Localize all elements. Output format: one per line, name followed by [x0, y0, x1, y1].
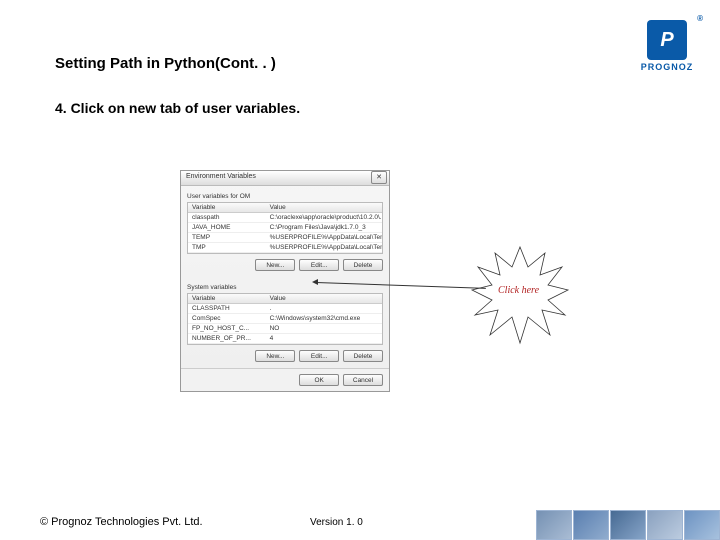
footer-tiles: [535, 510, 720, 540]
prognoz-logo: ® P PROGNOZ: [639, 20, 695, 72]
delete-button[interactable]: Delete: [343, 350, 383, 362]
environment-variables-dialog: Environment Variables ✕ User variables f…: [180, 170, 390, 392]
table-row: CLASSPATH.: [188, 304, 382, 314]
ok-button[interactable]: OK: [299, 374, 339, 386]
dialog-title: Environment Variables: [181, 171, 389, 186]
table-row: ComSpecC:\Windows\system32\cmd.exe: [188, 314, 382, 324]
copyright-text: © Prognoz Technologies Pvt. Ltd.: [40, 516, 203, 528]
cancel-button[interactable]: Cancel: [343, 374, 383, 386]
col-header-value: Value: [266, 294, 382, 303]
system-section-label: System variables: [187, 284, 383, 291]
system-variables-section: System variables Variable Value CLASSPAT…: [181, 277, 389, 368]
col-header-variable: Variable: [188, 203, 266, 212]
tile-icon: [536, 510, 572, 540]
user-buttons-row: New... Edit... Delete: [187, 254, 383, 271]
table-row: TMP%USERPROFILE%\AppData\Local\Temp: [188, 243, 382, 253]
tile-icon: [573, 510, 609, 540]
table-row: TEMP%USERPROFILE%\AppData\Local\Temp: [188, 233, 382, 243]
col-header-variable: Variable: [188, 294, 266, 303]
table-row: JAVA_HOMEC:\Program Files\Java\jdk1.7.0_…: [188, 223, 382, 233]
delete-button[interactable]: Delete: [343, 259, 383, 271]
user-variables-section: User variables for OM Variable Value cla…: [181, 186, 389, 277]
footer: © Prognoz Technologies Pvt. Ltd. Version…: [0, 506, 720, 540]
logo-mark-icon: P: [647, 20, 687, 60]
system-variables-table: Variable Value CLASSPATH. ComSpecC:\Wind…: [187, 293, 383, 345]
step-text: 4. Click on new tab of user variables.: [55, 100, 300, 116]
user-variables-table: Variable Value classpathC:\oraclexe\app\…: [187, 202, 383, 254]
logo-brand-text: PROGNOZ: [639, 62, 695, 72]
slide-title: Setting Path in Python(Cont. . ): [55, 55, 276, 72]
version-text: Version 1. 0: [310, 517, 363, 528]
table-row: NUMBER_OF_PR...4: [188, 334, 382, 344]
tile-icon: [684, 510, 720, 540]
tile-icon: [647, 510, 683, 540]
registered-mark-icon: ®: [697, 14, 703, 23]
table-row: classpathC:\oraclexe\app\oracle\product\…: [188, 213, 382, 223]
new-button[interactable]: New...: [255, 259, 295, 271]
col-header-value: Value: [266, 203, 382, 212]
new-button[interactable]: New...: [255, 350, 295, 362]
system-buttons-row: New... Edit... Delete: [187, 345, 383, 362]
edit-button[interactable]: Edit...: [299, 259, 339, 271]
callout-arrow-head-icon: [312, 279, 318, 285]
table-row: FP_NO_HOST_C...NO: [188, 324, 382, 334]
dialog-actions: OK Cancel: [181, 368, 389, 391]
close-icon[interactable]: ✕: [371, 171, 387, 184]
callout-burst: Click here: [470, 245, 570, 345]
callout-label: Click here: [498, 285, 539, 296]
user-section-label: User variables for OM: [187, 193, 383, 200]
tile-icon: [610, 510, 646, 540]
edit-button[interactable]: Edit...: [299, 350, 339, 362]
